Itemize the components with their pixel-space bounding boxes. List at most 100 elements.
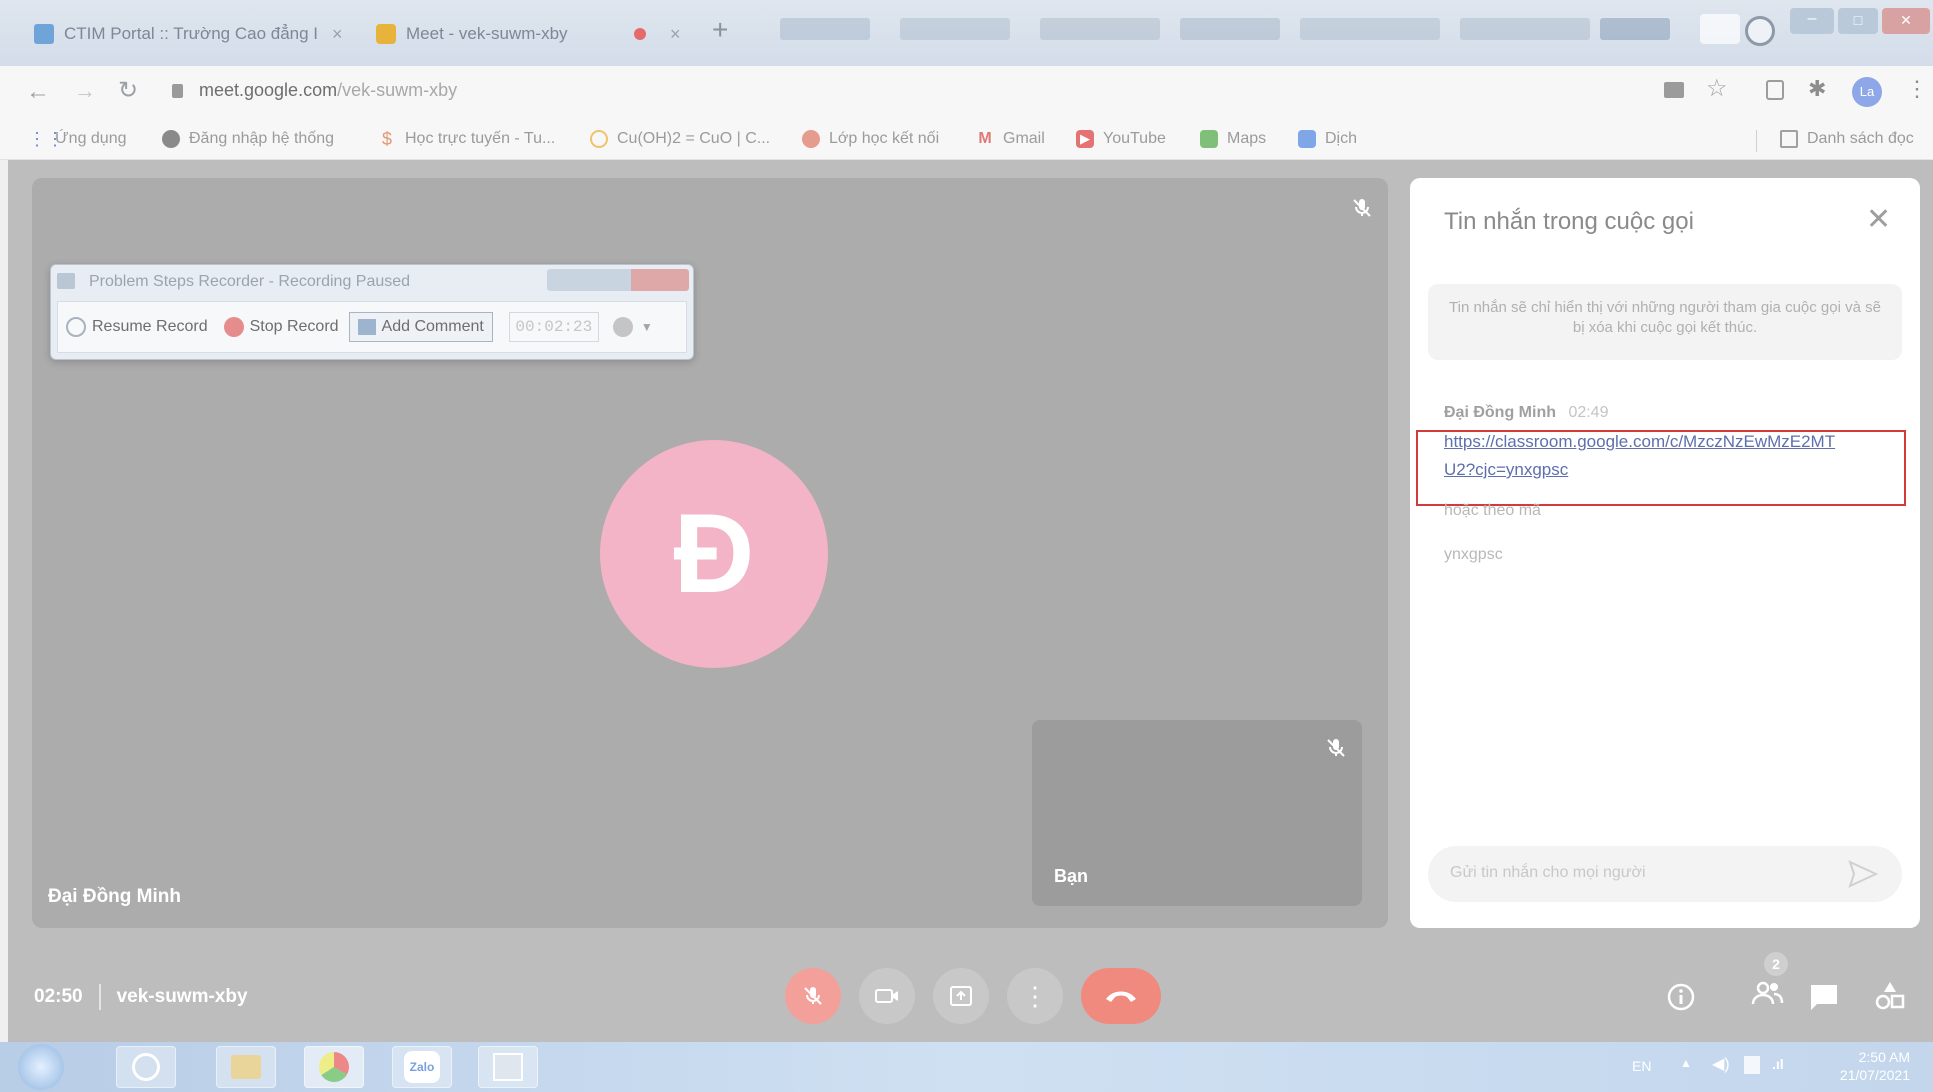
mic-off-icon <box>1353 199 1371 217</box>
tab-search-button[interactable] <box>1700 14 1740 44</box>
tab-search-icon[interactable] <box>1745 16 1775 46</box>
clock[interactable]: 2:50 AM 21/07/2021 <box>1810 1048 1910 1084</box>
url-host: meet.google.com <box>199 80 338 100</box>
help-icon[interactable] <box>612 317 633 337</box>
bookmark-lop-hoc[interactable]: Lớp học kết nối <box>802 130 939 148</box>
bookmark-hoc-truc-tuyen[interactable]: $ Học trực tuyến - Tu... <box>378 130 555 148</box>
resume-record-button[interactable]: Resume Record <box>66 317 208 337</box>
message-header: Đại Đồng Minh 02:49 <box>1444 404 1608 422</box>
comment-icon <box>357 319 376 335</box>
show-hidden-icons[interactable]: ▲ <box>1680 1056 1692 1070</box>
window-close-button[interactable]: ✕ <box>1882 8 1930 34</box>
psr-window: Problem Steps Recorder - Recording Pause… <box>50 264 694 360</box>
reading-list[interactable]: Danh sách đọc <box>1780 130 1914 148</box>
forward-icon[interactable]: → <box>74 78 96 104</box>
gmail-icon: M <box>978 130 992 147</box>
camera-icon[interactable] <box>1664 82 1684 98</box>
extensions-puzzle-icon[interactable]: ✱ <box>1808 76 1826 102</box>
profile-avatar[interactable]: La <box>1852 77 1882 107</box>
tab-recording[interactable]: × <box>620 8 690 60</box>
url-field[interactable]: meet.google.com /vek-suwm-xby <box>172 80 457 101</box>
taskbar-explorer[interactable] <box>216 1046 276 1088</box>
psr-close-button[interactable] <box>630 269 689 291</box>
self-tile[interactable]: Bạn <box>1032 720 1362 906</box>
speaker-name: Đại Đồng Minh <box>48 886 181 907</box>
chat-bubble-icon[interactable] <box>1808 982 1840 1012</box>
tab-meet[interactable]: Meet - vek-suwm-xby <box>362 8 612 60</box>
signal-icon[interactable]: .ıl <box>1772 1056 1784 1072</box>
tab-close-icon[interactable]: × <box>332 24 343 45</box>
bookmark-dang-nhap[interactable]: Đăng nhập hệ thống <box>162 130 334 148</box>
bookmark-gmail[interactable]: M Gmail <box>976 130 1044 148</box>
more-vert-icon: ⋮ <box>1022 980 1048 1011</box>
blurred-tab[interactable] <box>780 18 870 40</box>
maximize-button[interactable]: □ <box>1838 8 1878 34</box>
blurred-tab[interactable] <box>1040 18 1160 40</box>
bookmark-maps[interactable]: Maps <box>1200 130 1266 148</box>
mic-off-icon <box>804 987 822 1005</box>
meet-favicon <box>376 24 396 44</box>
chat-info-box: Tin nhắn sẽ chỉ hiển thị với những người… <box>1428 284 1902 360</box>
meeting-code: vek-suwm-xby <box>116 986 248 1007</box>
psr-maximize-button[interactable] <box>588 269 631 291</box>
lock-icon <box>172 83 183 98</box>
blurred-tab[interactable] <box>1460 18 1590 40</box>
extension-box-icon[interactable] <box>1766 80 1784 100</box>
message-line: hoặc theo mã <box>1444 502 1541 519</box>
minimize-button[interactable]: – <box>1790 8 1834 34</box>
taskbar-app[interactable] <box>116 1046 176 1088</box>
tab-strip: CTIM Portal :: Trường Cao đẳng I × Meet … <box>0 0 1933 66</box>
info-icon[interactable] <box>1666 982 1696 1012</box>
bottom-toolbar: 02:50 vek-suwm-xby ⋮ 2 <box>8 940 1933 1042</box>
dropdown-arrow-icon[interactable]: ▼ <box>641 320 653 334</box>
psr-window-controls <box>547 269 689 291</box>
bookmark-cuoh2[interactable]: Cu(OH)2 = CuO | C... <box>590 130 770 148</box>
hang-up-icon <box>1106 991 1136 1002</box>
spinner-icon <box>590 130 608 148</box>
stop-record-button[interactable]: Stop Record <box>223 317 339 337</box>
tab-title: CTIM Portal :: Trường Cao đẳng I <box>64 24 319 43</box>
blurred-tab[interactable] <box>1300 18 1440 40</box>
bookmark-youtube[interactable]: ▶ YouTube <box>1076 130 1166 148</box>
volume-icon[interactable]: ◀) <box>1712 1054 1730 1074</box>
taskbar-psr[interactable] <box>478 1046 538 1088</box>
language-indicator[interactable]: EN <box>1632 1058 1651 1074</box>
blurred-tab[interactable] <box>1600 18 1670 40</box>
add-comment-button[interactable]: Add Comment <box>348 312 493 342</box>
present-button[interactable] <box>933 968 989 1024</box>
tab-ctim-portal[interactable]: CTIM Portal :: Trường Cao đẳng I × <box>20 8 360 60</box>
message-sender: Đại Đồng Minh <box>1444 404 1556 421</box>
more-options-button[interactable]: ⋮ <box>1007 968 1063 1024</box>
mic-toggle-button[interactable] <box>785 968 841 1024</box>
leave-call-button[interactable] <box>1081 968 1161 1024</box>
participants-button[interactable]: 2 <box>1750 952 1788 1013</box>
activities-icon[interactable] <box>1874 980 1906 1012</box>
chat-close-icon[interactable]: ✕ <box>1866 202 1891 237</box>
reload-icon[interactable]: ↻ <box>118 76 138 105</box>
star-icon[interactable]: ☆ <box>1706 74 1728 103</box>
new-tab-button[interactable]: + <box>712 14 728 46</box>
reading-list-icon <box>1780 130 1798 148</box>
chat-input[interactable]: Gửi tin nhắn cho mọi người <box>1428 846 1902 902</box>
bookmark-apps[interactable]: ⋮⋮ Ứng dụng <box>28 130 127 148</box>
taskbar-zalo[interactable]: Zalo <box>392 1046 452 1088</box>
blurred-tab[interactable] <box>1180 18 1280 40</box>
window-controls: – □ ✕ <box>1790 8 1930 40</box>
network-icon[interactable] <box>1744 1056 1760 1074</box>
blurred-tab[interactable] <box>900 18 1010 40</box>
message-line: ynxgpsc <box>1444 546 1503 563</box>
camera-toggle-button[interactable] <box>859 968 915 1024</box>
globe-icon <box>162 130 180 148</box>
present-screen-icon <box>950 986 972 1006</box>
psr-minimize-button[interactable] <box>547 269 589 291</box>
send-icon[interactable] <box>1848 860 1878 888</box>
start-button[interactable] <box>18 1044 64 1090</box>
highlight-box <box>1416 430 1906 506</box>
taskbar-chrome[interactable] <box>304 1046 364 1088</box>
tab-close-icon[interactable]: × <box>670 24 681 45</box>
menu-kebab-icon[interactable]: ⋮ <box>1906 76 1928 102</box>
maps-icon <box>1200 130 1218 148</box>
back-icon[interactable]: ← <box>26 78 50 106</box>
bookmark-dich[interactable]: Dịch <box>1298 130 1357 148</box>
bookmarks-divider <box>1756 130 1757 152</box>
